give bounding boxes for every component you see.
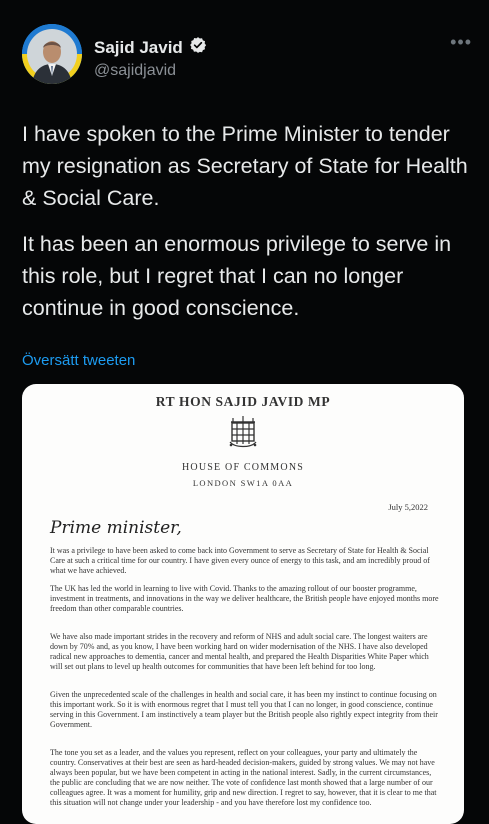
letter-paragraph: The UK has led the world in learning to … xyxy=(50,584,439,613)
letter-house: HOUSE OF COMMONS xyxy=(182,462,304,473)
letter-paragraph: Given the unprecedented scale of the cha… xyxy=(50,690,438,729)
author-name[interactable]: Sajid Javid xyxy=(94,38,183,58)
attached-letter-image[interactable]: RT HON SAJID JAVID MP HOUSE OF COMMONS L… xyxy=(22,384,464,824)
letter-title: RT HON SAJID JAVID MP xyxy=(155,394,331,409)
letter-paragraph: It was a privilege to have been asked to… xyxy=(50,546,430,575)
author-handle[interactable]: @sajidjavid xyxy=(94,62,176,80)
letter-address: LONDON SW1A 0AA xyxy=(192,478,294,488)
letter-date: July 5,2022 xyxy=(388,502,428,512)
tweet-text-paragraph: It has been an enormous privilege to ser… xyxy=(22,232,452,320)
verified-badge-icon xyxy=(189,36,207,59)
ellipsis-icon[interactable]: ••• xyxy=(450,32,472,53)
letter-paragraph: The tone you set as a leader, and the va… xyxy=(50,748,437,807)
tweet-header: Sajid Javid @sajidjavid ••• xyxy=(22,24,472,94)
letter-paragraph: We have also made important strides in t… xyxy=(50,632,429,671)
tweet-text-paragraph: I have spoken to the Prime Minister to t… xyxy=(22,122,468,210)
portcullis-crest-icon xyxy=(227,414,259,450)
translate-tweet-link[interactable]: Översätt tweeten xyxy=(22,352,135,369)
avatar[interactable] xyxy=(22,24,82,84)
author-name-row: Sajid Javid xyxy=(94,36,207,59)
letter-salutation: Prime minister, xyxy=(50,518,182,538)
